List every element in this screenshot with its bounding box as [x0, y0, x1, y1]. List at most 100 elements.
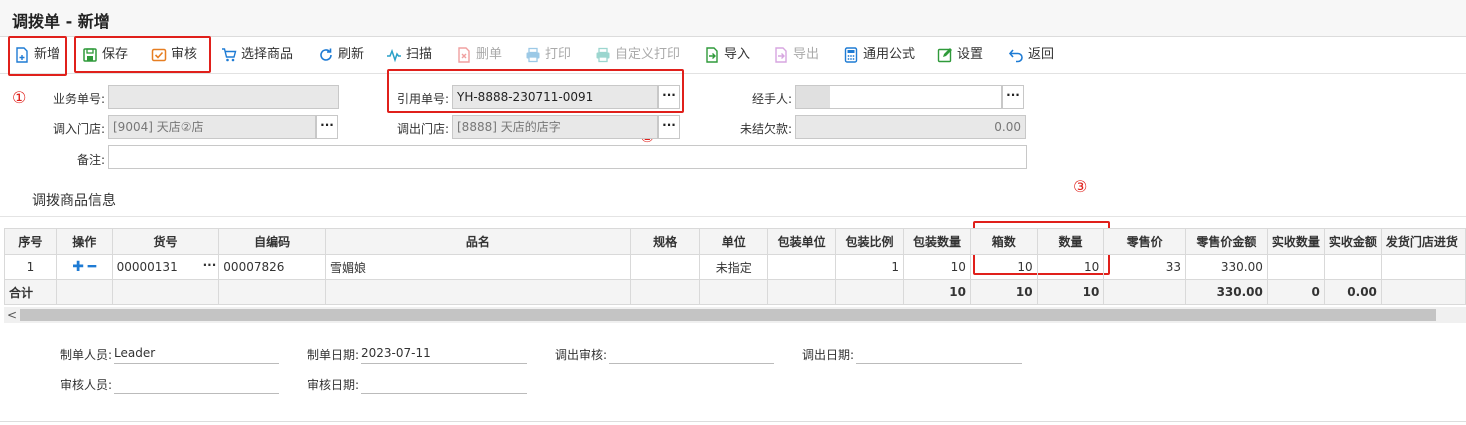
- col-header-retail-amount[interactable]: 零售价金额: [1185, 228, 1268, 255]
- annotation-3: ③: [1073, 177, 1088, 196]
- delete-label: 删单: [476, 47, 503, 62]
- col-header-unit[interactable]: 单位: [699, 228, 769, 255]
- in-store-label: 调入门店:: [52, 122, 105, 136]
- cell-pack-ratio[interactable]: 1: [835, 254, 905, 280]
- handler-placeholder-block: [796, 86, 830, 108]
- cell-self-code[interactable]: 00007826: [218, 254, 326, 280]
- cell-boxes[interactable]: 10: [969, 254, 1038, 280]
- custom-print-button[interactable]: 自定义打印: [595, 37, 680, 73]
- remark-field[interactable]: [108, 145, 1027, 169]
- formula-label: 通用公式: [863, 47, 916, 62]
- out-store-label: 调出门店:: [396, 122, 449, 136]
- annotation-box-new: [8, 36, 67, 76]
- formula-button[interactable]: 通用公式: [843, 37, 915, 73]
- make-date-label: 制单日期:: [307, 348, 360, 362]
- page-title: 调拨单 - 新增: [12, 12, 110, 31]
- print-icon: [525, 47, 541, 63]
- auditor-label: 审核人员:: [60, 378, 113, 392]
- cell-retail-price[interactable]: 33: [1103, 254, 1186, 280]
- in-store-field[interactable]: [9004] 天店②店: [108, 115, 316, 139]
- col-header-pack-ratio[interactable]: 包装比例: [835, 228, 905, 255]
- horizontal-scrollbar[interactable]: <: [4, 307, 1466, 323]
- cell-unit[interactable]: 未指定: [699, 254, 769, 280]
- cell-out-store-price[interactable]: [1380, 254, 1466, 280]
- refresh-button[interactable]: 刷新: [318, 37, 364, 73]
- cell-code[interactable]: 00000131 ···: [111, 254, 220, 280]
- select-goods-button[interactable]: 选择商品: [221, 37, 293, 73]
- cell-pack-qty[interactable]: 10: [903, 254, 971, 280]
- settings-button[interactable]: 设置: [937, 37, 983, 73]
- col-header-code[interactable]: 货号: [111, 228, 220, 255]
- scroll-left-icon[interactable]: <: [7, 307, 17, 323]
- refresh-label: 刷新: [338, 47, 365, 62]
- table-row[interactable]: 1 ✚ ━ 00000131 ··· 00007826 雪媚娘 未指定 1 10…: [4, 254, 1466, 280]
- back-icon: [1008, 47, 1024, 63]
- col-header-pack-qty[interactable]: 包装数量: [903, 228, 971, 255]
- handler-browse-button[interactable]: ···: [1002, 85, 1024, 109]
- ref-no-browse-button[interactable]: ···: [658, 85, 680, 109]
- doc-no-field[interactable]: [108, 85, 339, 109]
- col-header-name[interactable]: 品名: [324, 228, 631, 255]
- col-header-pack-unit[interactable]: 包装单位: [767, 228, 837, 255]
- scan-button[interactable]: 扫描: [386, 37, 432, 73]
- delete-button[interactable]: 删单: [456, 37, 502, 73]
- col-header-recv-amount[interactable]: 实收金额: [1323, 228, 1382, 255]
- cell-recv-qty[interactable]: [1266, 254, 1325, 280]
- out-audit-field: [609, 343, 774, 364]
- sum-label: 合计: [4, 279, 57, 305]
- cell-pack-unit[interactable]: [767, 254, 837, 280]
- cart-icon: [221, 47, 237, 63]
- cell-actions: ✚ ━: [55, 254, 113, 280]
- code-browse-button[interactable]: ···: [203, 258, 217, 272]
- ref-no-label: 引用单号:: [396, 92, 449, 106]
- section-divider: [0, 216, 1466, 217]
- col-header-boxes[interactable]: 箱数: [969, 228, 1038, 255]
- col-header-action[interactable]: 操作: [55, 228, 113, 255]
- cell-spec[interactable]: [629, 254, 701, 280]
- col-header-qty[interactable]: 数量: [1036, 228, 1105, 255]
- print-label: 打印: [545, 47, 572, 62]
- scrollbar-thumb[interactable]: [20, 309, 1436, 321]
- sum-qty: 10: [1036, 279, 1105, 305]
- col-header-self-code[interactable]: 自编码: [218, 228, 326, 255]
- bottom-border: [0, 421, 1466, 422]
- remove-row-icon[interactable]: ━: [88, 259, 96, 275]
- sum-recv-amount: 0.00: [1323, 279, 1382, 305]
- cell-name[interactable]: 雪媚娘: [324, 254, 631, 280]
- in-store-browse-button[interactable]: ···: [316, 115, 338, 139]
- scan-label: 扫描: [406, 47, 433, 62]
- cell-retail-amount[interactable]: 330.00: [1185, 254, 1268, 280]
- unpaid-label: 未结欠款:: [739, 122, 792, 136]
- annotation-1: ①: [12, 88, 27, 107]
- add-row-icon[interactable]: ✚: [72, 259, 84, 275]
- col-header-retail-price[interactable]: 零售价: [1103, 228, 1186, 255]
- settings-icon: [937, 47, 953, 63]
- out-store-field[interactable]: [8888] 天店的店字: [452, 115, 658, 139]
- col-header-out-store-price[interactable]: 发货门店进货: [1380, 228, 1466, 255]
- col-header-spec[interactable]: 规格: [629, 228, 701, 255]
- sum-recv-qty: 0: [1266, 279, 1325, 305]
- audit-date-field: [361, 373, 527, 394]
- unpaid-field: 0.00: [795, 115, 1026, 139]
- scan-icon: [386, 47, 402, 63]
- back-button[interactable]: 返回: [1008, 37, 1054, 73]
- cell-qty[interactable]: 10: [1036, 254, 1105, 280]
- col-header-seq[interactable]: 序号: [4, 228, 57, 255]
- export-button[interactable]: 导出: [773, 37, 819, 73]
- out-store-browse-button[interactable]: ···: [658, 115, 680, 139]
- cell-recv-amount[interactable]: [1323, 254, 1382, 280]
- goods-grid: 序号 操作 货号 自编码 品名 规格 单位 包装单位 包装比例 包装数量 箱数 …: [4, 228, 1466, 305]
- cell-seq: 1: [4, 254, 57, 280]
- calculator-icon: [843, 47, 859, 63]
- import-button[interactable]: 导入: [704, 37, 750, 73]
- refresh-icon: [318, 47, 334, 63]
- make-date-field: 2023-07-11: [361, 343, 527, 364]
- print-custom-icon: [595, 47, 611, 63]
- print-button[interactable]: 打印: [525, 37, 571, 73]
- title-bar: 调拨单 - 新增: [0, 0, 1466, 37]
- ref-no-field[interactable]: YH-8888-230711-0091: [452, 85, 658, 109]
- maker-field: Leader: [114, 343, 279, 364]
- grid-header-row: 序号 操作 货号 自编码 品名 规格 单位 包装单位 包装比例 包装数量 箱数 …: [4, 228, 1466, 255]
- col-header-recv-qty[interactable]: 实收数量: [1266, 228, 1325, 255]
- audit-date-label: 审核日期:: [307, 378, 360, 392]
